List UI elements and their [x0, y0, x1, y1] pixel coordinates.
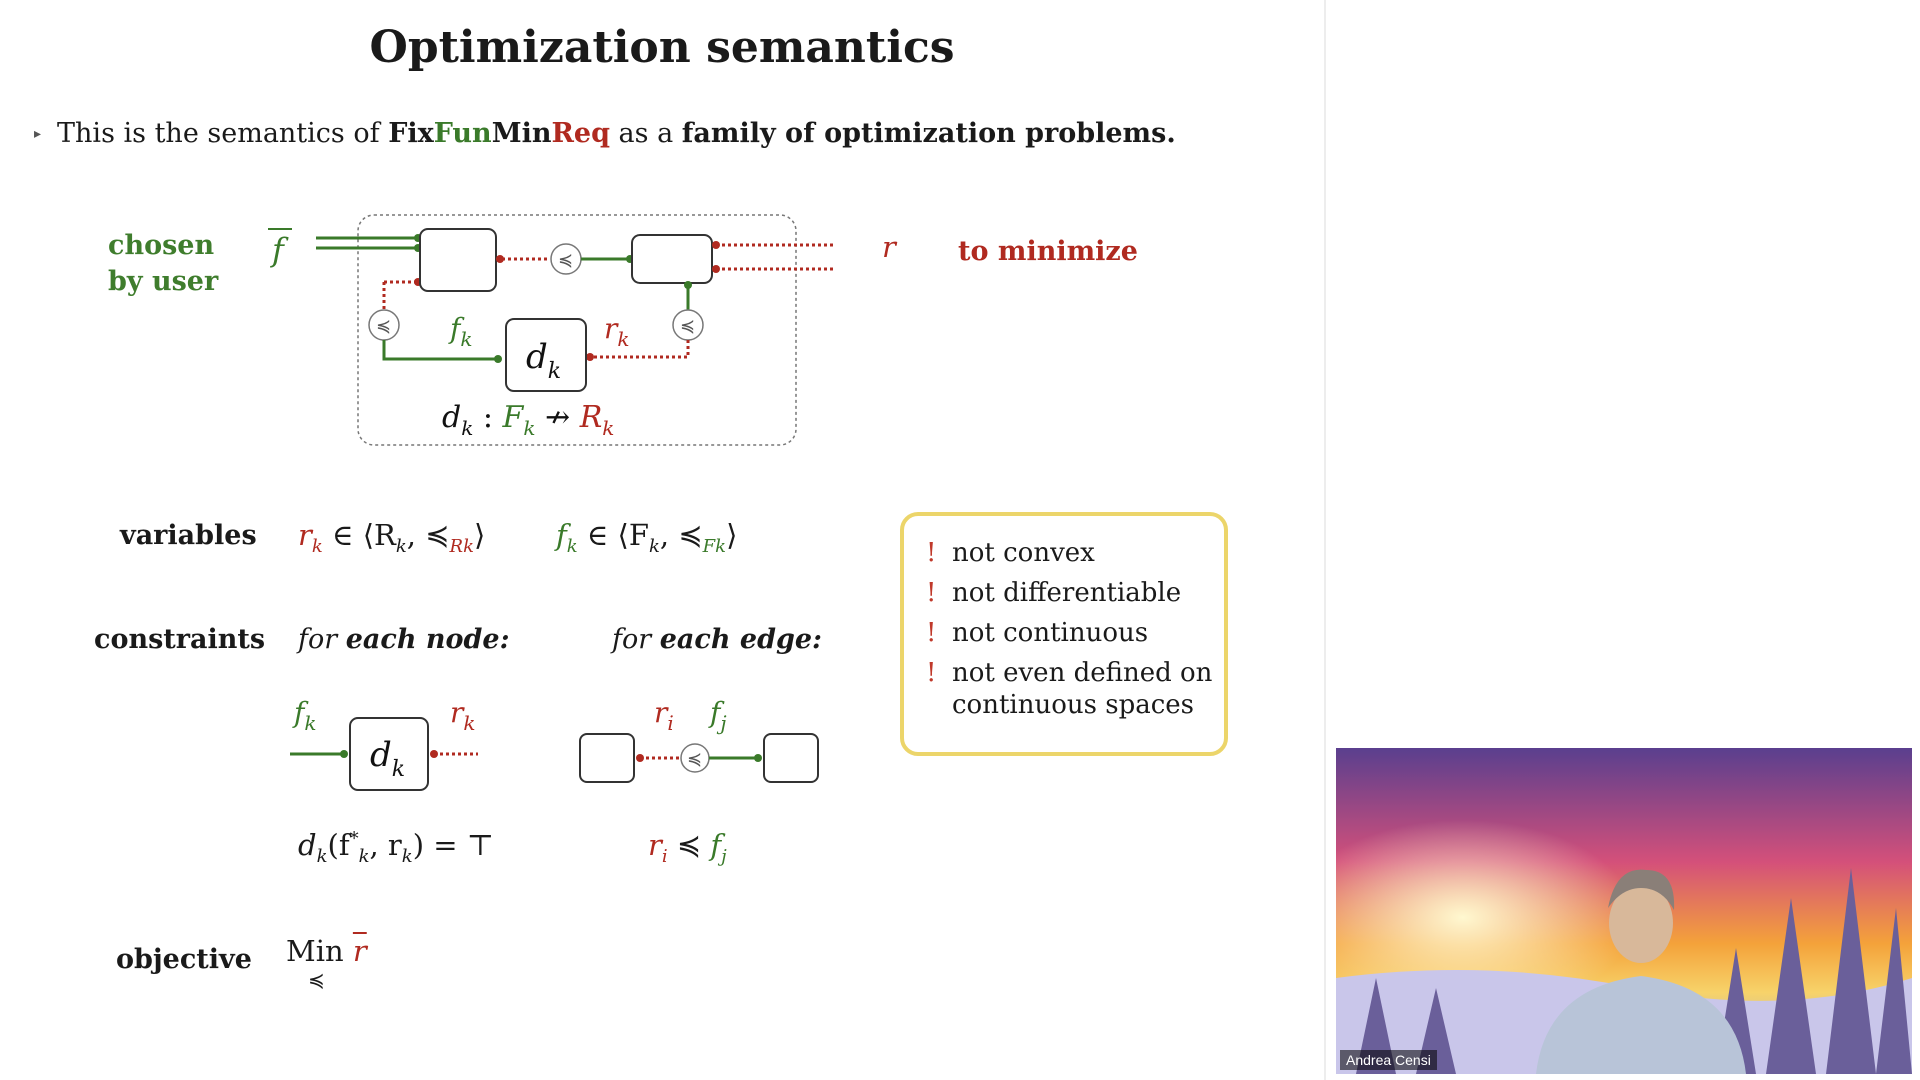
- node-in-dot: [340, 750, 348, 758]
- right-box: [631, 234, 713, 284]
- bullet-fix: Fix: [388, 118, 434, 149]
- edge-left-box: [579, 733, 635, 783]
- edge-right-box: [763, 733, 819, 783]
- left-feedback-green: [382, 340, 498, 361]
- slide-title: Optimization semantics: [369, 22, 955, 73]
- note-item: ! not even defined on: [926, 658, 1213, 688]
- constraints-label: constraints: [94, 624, 266, 655]
- note-item: ! not differentiable: [926, 578, 1182, 608]
- edge-equation: ri ≼ fj: [648, 828, 727, 867]
- warning-notes-box: ! not convex ! not differentiable ! not con…: [900, 512, 1228, 756]
- rk-label: rk: [604, 312, 630, 351]
- right-box-bottom-dot: [684, 281, 692, 289]
- variable-r-expression: rk ∈ ⟨Rk, ≼Rk⟩: [298, 518, 486, 557]
- node-equation: dk(f*k, rk) = ⊤: [298, 828, 495, 867]
- bullet-line: ▸ This is the semantics of FixFunMinReq a…: [34, 118, 1176, 149]
- warning-icon: !: [926, 538, 937, 568]
- note-item: continuous spaces: [952, 690, 1194, 720]
- bullet-middle: as a: [609, 118, 682, 149]
- warning-icon: !: [926, 658, 937, 688]
- chosen-label-1: chosen: [108, 230, 215, 261]
- edge-right-dot: [754, 754, 762, 762]
- bullet-req: Req: [551, 118, 610, 149]
- fk-label: fk: [448, 312, 473, 351]
- warning-icon: !: [926, 618, 937, 648]
- dk-in-dot: [494, 355, 502, 363]
- dk-out-dot: [586, 353, 594, 361]
- each-edge-header: for each edge:: [612, 624, 822, 655]
- node-fk-label: fk: [292, 698, 317, 735]
- edge-fj-label: fj: [708, 700, 727, 735]
- leq-node-top-symbol: ≼: [558, 250, 573, 271]
- mid-dot-red: [496, 255, 504, 263]
- edge-ri-label: ri: [654, 700, 674, 735]
- edge-leq-node-symbol: ≼: [687, 749, 702, 770]
- speaker-video-tile[interactable]: Andrea Censi: [1336, 748, 1912, 1074]
- feedback-diagram: f ≼ ≼ ≼ dk fk rk dk: Fk ↛ Rk: [268, 214, 836, 446]
- chosen-label-2: by user: [108, 266, 219, 297]
- slide: Optimization semantics ▸ This is the sema…: [0, 0, 1324, 1080]
- speaker-name-label: Andrea Censi: [1340, 1050, 1437, 1070]
- bullet-emphasis: family of optimization problems.: [681, 118, 1176, 149]
- f-bar-symbol: f: [270, 231, 289, 269]
- leq-node-right-symbol: ≼: [680, 316, 695, 337]
- warning-icon: !: [926, 578, 937, 608]
- r-bar-symbol: r: [882, 230, 896, 264]
- variables-label: variables: [120, 520, 257, 551]
- variable-f-expression: fk ∈ ⟨Fk, ≼Fk⟩: [556, 518, 738, 557]
- speaker-video-frame: [1336, 748, 1912, 1074]
- node-rk-label: rk: [450, 698, 476, 735]
- each-node-header: for each node:: [298, 624, 510, 655]
- objective-label: objective: [116, 944, 252, 975]
- objective-expression: Min r: [286, 934, 367, 968]
- node-constraint-diagram: fk rk dk: [290, 698, 478, 791]
- left-box: [419, 228, 497, 292]
- bullet-prefix: This is the semantics of: [57, 118, 389, 149]
- to-minimize-label: to minimize: [958, 236, 1138, 267]
- bullet-min: Min: [491, 118, 552, 149]
- leq-node-left-symbol: ≼: [376, 316, 391, 337]
- note-item: ! not continuous: [926, 618, 1149, 648]
- bullet-fun: Fun: [433, 118, 492, 149]
- bullet-marker-icon: ▸: [34, 126, 42, 142]
- objective-order-symbol: ≼: [308, 968, 325, 992]
- note-item: ! not convex: [926, 538, 1095, 568]
- dk-signature: dk : Fk ↛ Rk: [442, 400, 614, 440]
- edge-constraint-diagram: ri fj ≼: [579, 700, 819, 783]
